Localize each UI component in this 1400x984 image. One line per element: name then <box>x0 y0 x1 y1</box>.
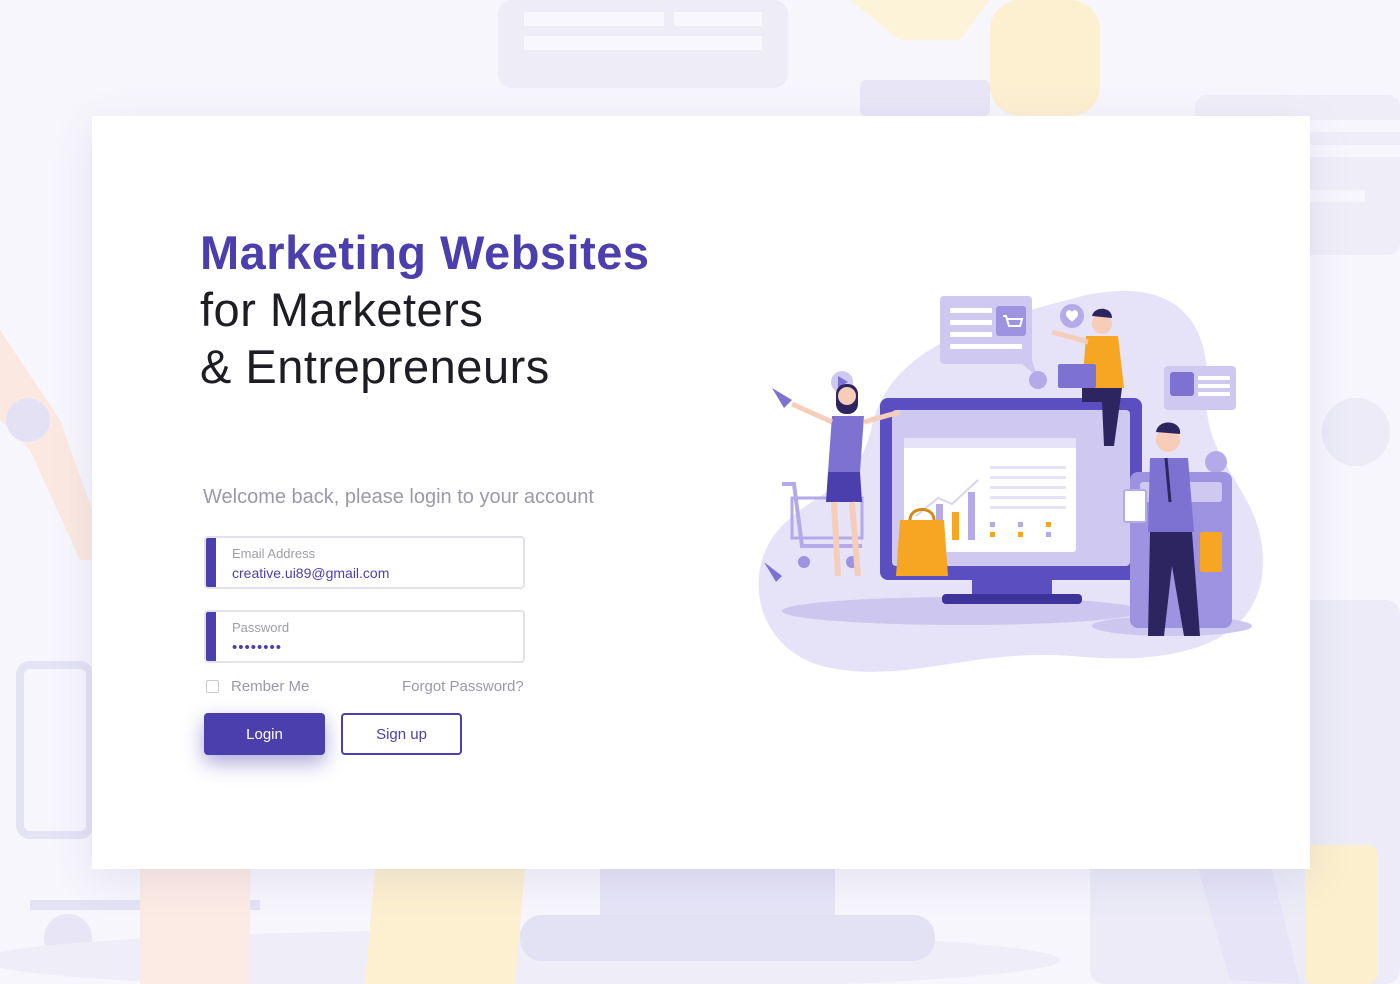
remember-me-label: Rember Me <box>231 678 310 695</box>
like-bubble-icon <box>1205 451 1227 473</box>
headline-line-3: & Entrepreneurs <box>200 340 550 393</box>
password-field[interactable]: Password •••••••• <box>204 610 525 663</box>
marketing-illustration <box>752 276 1272 691</box>
remember-me-checkbox[interactable] <box>206 680 219 693</box>
email-field-accent-bar <box>206 538 216 587</box>
password-field-value[interactable]: •••••••• <box>232 639 282 656</box>
cart-card-icon <box>1164 366 1236 410</box>
password-field-accent-bar <box>206 612 216 661</box>
chat-card-icon <box>940 296 1037 376</box>
login-button[interactable]: Login <box>204 713 325 755</box>
email-field-label: Email Address <box>232 546 316 561</box>
welcome-message: Welcome back, please login to your accou… <box>203 486 594 508</box>
hero-headline: Marketing Websites for Marketers & Entre… <box>200 224 650 395</box>
login-card: Marketing Websites for Marketers & Entre… <box>92 116 1310 869</box>
email-field-value[interactable]: creative.ui89@gmail.com <box>232 565 389 581</box>
headline-line-1: Marketing Websites <box>200 226 650 279</box>
signup-button[interactable]: Sign up <box>341 713 462 755</box>
remember-me[interactable]: Rember Me <box>206 678 309 695</box>
password-field-label: Password <box>232 620 290 635</box>
like-icon <box>1029 371 1047 389</box>
forgot-password-link[interactable]: Forgot Password? <box>402 678 524 695</box>
email-field[interactable]: Email Address creative.ui89@gmail.com <box>204 536 525 589</box>
headline-line-2: for Marketers <box>200 283 484 336</box>
